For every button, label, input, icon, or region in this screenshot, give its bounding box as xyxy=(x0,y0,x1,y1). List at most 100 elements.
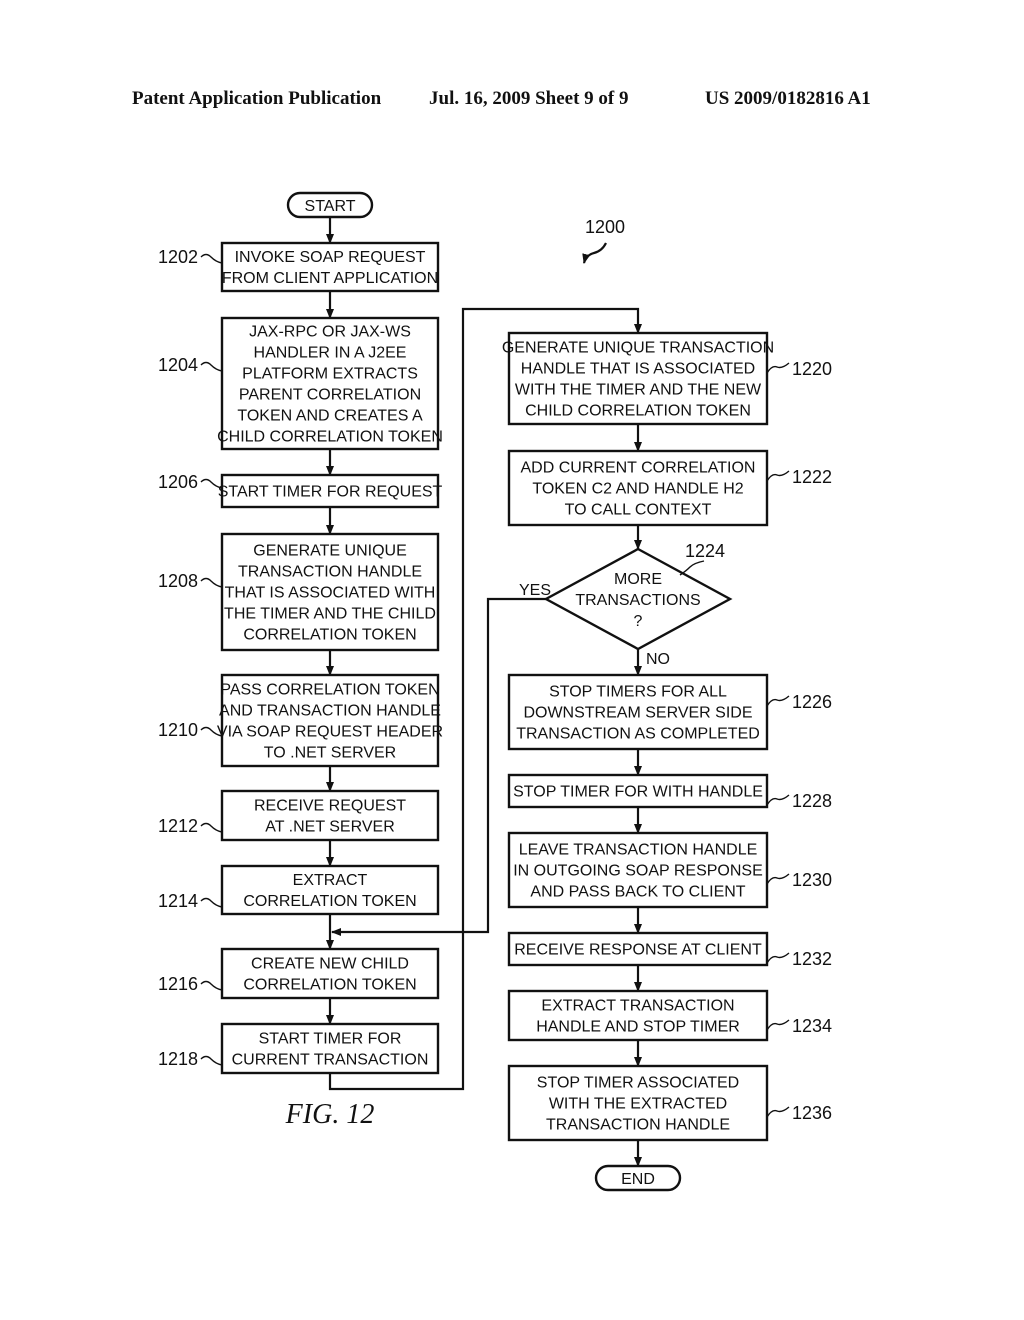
step-text-line: TOKEN AND CREATES A xyxy=(237,408,423,425)
ref-number-1210: 1210 xyxy=(158,720,198,740)
step-text-line: TRANSACTION HANDLE xyxy=(546,1117,730,1134)
ref-number-1222: 1222 xyxy=(792,467,832,487)
figure-reference-arrow xyxy=(582,242,607,264)
step-text-line: PARENT CORRELATION xyxy=(239,387,421,404)
decision-text-line: TRANSACTIONS xyxy=(575,592,700,609)
step-text-line: DOWNSTREAM SERVER SIDE xyxy=(523,705,752,722)
step-text-line: TO CALL CONTEXT xyxy=(565,502,712,519)
step-text-line: GENERATE UNIQUE TRANSACTION xyxy=(502,340,774,357)
decision-text-line: MORE xyxy=(614,571,662,588)
ref-number-1216: 1216 xyxy=(158,974,198,994)
step-1220: GENERATE UNIQUE TRANSACTION HANDLE THAT I… xyxy=(502,331,774,426)
step-text-line: START TIMER FOR xyxy=(259,1031,402,1048)
ref-number-1214: 1214 xyxy=(158,891,198,911)
ref-number-1204: 1204 xyxy=(158,355,198,375)
step-text-line: PLATFORM EXTRACTS xyxy=(242,366,418,383)
flowchart: START END INVOKE SOAP REQUEST FROM CLIENT A… xyxy=(158,191,832,1192)
step-text-line: CHILD CORRELATION TOKEN xyxy=(525,403,751,420)
step-text-line: HANDLER IN A J2EE xyxy=(254,345,407,362)
decision-1224: MORE TRANSACTIONS? xyxy=(543,547,733,651)
leader-line xyxy=(766,470,790,482)
step-text-line: CHILD CORRELATION TOKEN xyxy=(217,429,443,446)
leader-line xyxy=(679,560,705,576)
leader-line xyxy=(766,952,790,964)
step-text-line: EXTRACT TRANSACTION xyxy=(541,998,734,1015)
start-terminal: START xyxy=(286,191,374,219)
step-text-line: ADD CURRENT CORRELATION xyxy=(521,460,756,477)
step-text-line: STOP TIMERS FOR ALL xyxy=(549,684,727,701)
step-text-line: AND TRANSACTION HANDLE xyxy=(219,703,441,720)
step-text-line: TRANSACTION AS COMPLETED xyxy=(516,726,760,743)
step-text-line: CORRELATION TOKEN xyxy=(243,893,416,910)
step-text-line: LEAVE TRANSACTION HANDLE xyxy=(519,842,758,859)
step-text-line: EXTRACT xyxy=(293,872,368,889)
step-1218: START TIMER FOR CURRENT TRANSACTION xyxy=(220,1022,440,1075)
step-text-line: FROM CLIENT APPLICATION xyxy=(222,270,438,287)
leader-line xyxy=(766,362,790,374)
step-text-line: WITH THE EXTRACTED xyxy=(549,1096,727,1113)
step-text-line: STOP TIMER FOR WITH HANDLE xyxy=(513,784,763,801)
step-1228: STOP TIMER FOR WITH HANDLE xyxy=(507,773,769,809)
step-1212: RECEIVE REQUEST AT .NET SERVER xyxy=(220,789,440,842)
ref-number-1232: 1232 xyxy=(792,949,832,969)
leader-line xyxy=(200,897,223,908)
step-text-line: INVOKE SOAP REQUEST xyxy=(235,249,426,266)
step-text-line: CORRELATION TOKEN xyxy=(243,977,416,994)
ref-number-1208: 1208 xyxy=(158,571,198,591)
step-text-line: THAT IS ASSOCIATED WITH xyxy=(225,585,436,602)
ref-number-1218: 1218 xyxy=(158,1049,198,1069)
step-1214: EXTRACT CORRELATION TOKEN xyxy=(220,864,440,916)
flow-nodes: START END INVOKE SOAP REQUEST FROM CLIENT A… xyxy=(217,191,774,1192)
ref-number-1226: 1226 xyxy=(792,692,832,712)
leader-line xyxy=(200,822,223,833)
step-1226: STOP TIMERS FOR ALL DOWNSTREAM SERVER SID… xyxy=(507,673,769,751)
ref-number-1220: 1220 xyxy=(792,359,832,379)
ref-number-1206: 1206 xyxy=(158,472,198,492)
step-text-line: AND PASS BACK TO CLIENT xyxy=(530,884,745,901)
step-text-line: TRANSACTION HANDLE xyxy=(238,564,422,581)
step-1206: START TIMER FOR REQUEST xyxy=(218,473,443,509)
ref-number-1228: 1228 xyxy=(792,791,832,811)
step-1232: RECEIVE RESPONSE AT CLIENT xyxy=(507,931,769,967)
step-text-line: TO .NET SERVER xyxy=(264,745,396,762)
step-text-line: RECEIVE RESPONSE AT CLIENT xyxy=(514,942,762,959)
leader-line xyxy=(766,794,790,806)
step-text-line: START TIMER FOR REQUEST xyxy=(218,484,443,501)
step-text-line: TOKEN C2 AND HANDLE H2 xyxy=(532,481,743,498)
step-1230: LEAVE TRANSACTION HANDLE IN OUTGOING SOAP… xyxy=(507,831,769,909)
leader-line xyxy=(766,873,790,885)
start-terminal-label: START xyxy=(305,198,356,215)
step-text-line: PASS CORRELATION TOKEN xyxy=(220,682,439,699)
step-1234: EXTRACT TRANSACTION HANDLE AND STOP TIMER xyxy=(507,989,769,1042)
step-text-line: CORRELATION TOKEN xyxy=(243,627,416,644)
step-1236: STOP TIMER ASSOCIATED WITH THE EXTRACTED T… xyxy=(507,1064,769,1142)
step-text-line: CREATE NEW CHILD xyxy=(251,956,409,973)
step-text-line: HANDLE AND STOP TIMER xyxy=(536,1019,740,1036)
step-text-line: THE TIMER AND THE CHILD xyxy=(224,606,436,623)
step-text-line: IN OUTGOING SOAP RESPONSE xyxy=(513,863,763,880)
ref-number-1224: 1224 xyxy=(685,541,725,561)
ref-number-1230: 1230 xyxy=(792,870,832,890)
no-label: NO xyxy=(646,651,670,668)
leader-line xyxy=(200,980,223,991)
step-text-line: STOP TIMER ASSOCIATED xyxy=(537,1075,739,1092)
step-text-line: WITH THE TIMER AND THE NEW xyxy=(515,382,762,399)
step-text-line: GENERATE UNIQUE xyxy=(253,543,407,560)
ref-number-1234: 1234 xyxy=(792,1016,832,1036)
leader-line xyxy=(200,253,223,264)
end-terminal: END xyxy=(594,1164,682,1192)
step-text-line: AT .NET SERVER xyxy=(265,819,395,836)
step-1202: INVOKE SOAP REQUEST FROM CLIENT APPLICATI… xyxy=(220,241,440,293)
step-text-line: JAX-RPC OR JAX-WS xyxy=(249,324,411,341)
step-text-line: VIA SOAP REQUEST HEADER xyxy=(217,724,443,741)
step-text-line: CURRENT TRANSACTION xyxy=(232,1052,429,1069)
step-1216: CREATE NEW CHILD CORRELATION TOKEN xyxy=(220,947,440,1000)
leader-line xyxy=(200,361,223,372)
ref-number-1236: 1236 xyxy=(792,1103,832,1123)
end-terminal-label: END xyxy=(621,1171,655,1188)
figure-reference-number: 1200 xyxy=(585,217,625,237)
leader-line xyxy=(766,695,790,707)
step-1208: GENERATE UNIQUE TRANSACTION HANDLE THAT IS… xyxy=(220,532,440,652)
decision-text-line: ? xyxy=(634,613,643,630)
ref-number-1202: 1202 xyxy=(158,247,198,267)
